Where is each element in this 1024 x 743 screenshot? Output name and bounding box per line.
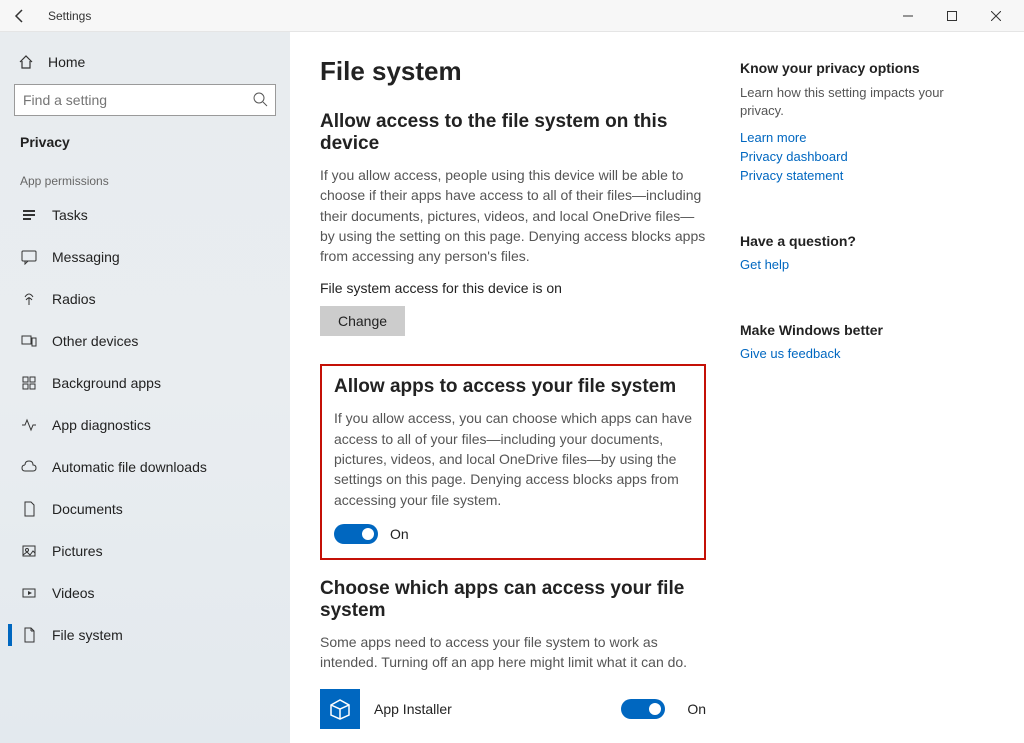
page-title: File system bbox=[320, 56, 706, 87]
app-name: App Installer bbox=[374, 701, 607, 717]
nav-list: Tasks Messaging Radios Other devices Bac… bbox=[8, 194, 282, 743]
section3-desc: Some apps need to access your file syste… bbox=[320, 632, 706, 673]
sidebar-item-label: Videos bbox=[52, 585, 95, 601]
pictures-icon bbox=[20, 542, 38, 560]
sidebar-item-label: Radios bbox=[52, 291, 96, 307]
window-title: Settings bbox=[48, 9, 91, 23]
sidebar-item-label: Background apps bbox=[52, 375, 161, 391]
settings-column: File system Allow access to the file sys… bbox=[290, 56, 730, 743]
section2-desc: If you allow access, you can choose whic… bbox=[334, 408, 692, 509]
right-g3-title: Make Windows better bbox=[740, 322, 960, 338]
search-input[interactable] bbox=[14, 84, 276, 116]
sidebar-item-videos[interactable]: Videos bbox=[8, 572, 282, 614]
right-g1-desc: Learn how this setting impacts your priv… bbox=[740, 84, 960, 120]
app-row: App Installer On bbox=[320, 689, 706, 729]
close-icon bbox=[991, 11, 1001, 21]
allow-apps-toggle[interactable] bbox=[334, 524, 378, 544]
highlight-box: Allow apps to access your file system If… bbox=[320, 364, 706, 559]
sidebar-item-messaging[interactable]: Messaging bbox=[8, 236, 282, 278]
sidebar-item-background-apps[interactable]: Background apps bbox=[8, 362, 282, 404]
privacy-statement-link[interactable]: Privacy statement bbox=[740, 168, 960, 183]
download-icon bbox=[20, 458, 38, 476]
privacy-dashboard-link[interactable]: Privacy dashboard bbox=[740, 149, 960, 164]
minimize-button[interactable] bbox=[886, 1, 930, 31]
search-field[interactable] bbox=[14, 84, 276, 116]
app-installer-toggle[interactable] bbox=[621, 699, 665, 719]
sidebar-item-pictures[interactable]: Pictures bbox=[8, 530, 282, 572]
main-panel: File system Allow access to the file sys… bbox=[290, 32, 1024, 743]
minimize-icon bbox=[903, 11, 913, 21]
device-access-status: File system access for this device is on bbox=[320, 280, 706, 296]
diagnostics-icon bbox=[20, 416, 38, 434]
section3-title: Choose which apps can access your file s… bbox=[320, 578, 706, 622]
change-button[interactable]: Change bbox=[320, 306, 405, 336]
sidebar: Home Privacy App permissions Tasks Messa… bbox=[0, 32, 290, 743]
section2-title: Allow apps to access your file system bbox=[334, 376, 692, 398]
window-titlebar: Settings bbox=[0, 0, 1024, 32]
back-button[interactable] bbox=[6, 2, 34, 30]
home-icon bbox=[18, 54, 34, 70]
sidebar-item-label: Automatic file downloads bbox=[52, 459, 207, 475]
devices-icon bbox=[20, 332, 38, 350]
home-label: Home bbox=[48, 54, 85, 70]
sidebar-item-label: Pictures bbox=[52, 543, 103, 559]
sidebar-item-file-system[interactable]: File system bbox=[8, 614, 282, 656]
back-arrow-icon bbox=[12, 8, 28, 24]
sidebar-item-app-diagnostics[interactable]: App diagnostics bbox=[8, 404, 282, 446]
category-label: Privacy bbox=[8, 132, 282, 164]
sidebar-item-radios[interactable]: Radios bbox=[8, 278, 282, 320]
videos-icon bbox=[20, 584, 38, 602]
right-column: Know your privacy options Learn how this… bbox=[730, 56, 984, 743]
sidebar-item-label: Other devices bbox=[52, 333, 138, 349]
sidebar-item-other-devices[interactable]: Other devices bbox=[8, 320, 282, 362]
sidebar-item-auto-downloads[interactable]: Automatic file downloads bbox=[8, 446, 282, 488]
section1-desc: If you allow access, people using this d… bbox=[320, 165, 706, 266]
sidebar-item-documents[interactable]: Documents bbox=[8, 488, 282, 530]
sidebar-item-tasks[interactable]: Tasks bbox=[8, 194, 282, 236]
tasks-icon bbox=[20, 206, 38, 224]
sidebar-item-label: Documents bbox=[52, 501, 123, 517]
learn-more-link[interactable]: Learn more bbox=[740, 130, 960, 145]
get-help-link[interactable]: Get help bbox=[740, 257, 960, 272]
documents-icon bbox=[20, 500, 38, 518]
radios-icon bbox=[20, 290, 38, 308]
file-system-icon bbox=[20, 626, 38, 644]
allow-apps-toggle-state: On bbox=[390, 526, 409, 542]
sidebar-item-label: Tasks bbox=[52, 207, 88, 223]
background-apps-icon bbox=[20, 374, 38, 392]
section1-title: Allow access to the file system on this … bbox=[320, 111, 706, 155]
app-installer-icon bbox=[320, 689, 360, 729]
sidebar-item-label: File system bbox=[52, 627, 123, 643]
app-installer-toggle-state: On bbox=[687, 701, 706, 717]
right-g1-title: Know your privacy options bbox=[740, 60, 960, 76]
close-button[interactable] bbox=[974, 1, 1018, 31]
maximize-icon bbox=[947, 11, 957, 21]
feedback-link[interactable]: Give us feedback bbox=[740, 346, 960, 361]
home-button[interactable]: Home bbox=[8, 50, 282, 84]
right-g2-title: Have a question? bbox=[740, 233, 960, 249]
section-header: App permissions bbox=[8, 164, 282, 194]
maximize-button[interactable] bbox=[930, 1, 974, 31]
sidebar-item-label: App diagnostics bbox=[52, 417, 151, 433]
messaging-icon bbox=[20, 248, 38, 266]
search-icon bbox=[252, 91, 268, 107]
sidebar-item-label: Messaging bbox=[52, 249, 120, 265]
